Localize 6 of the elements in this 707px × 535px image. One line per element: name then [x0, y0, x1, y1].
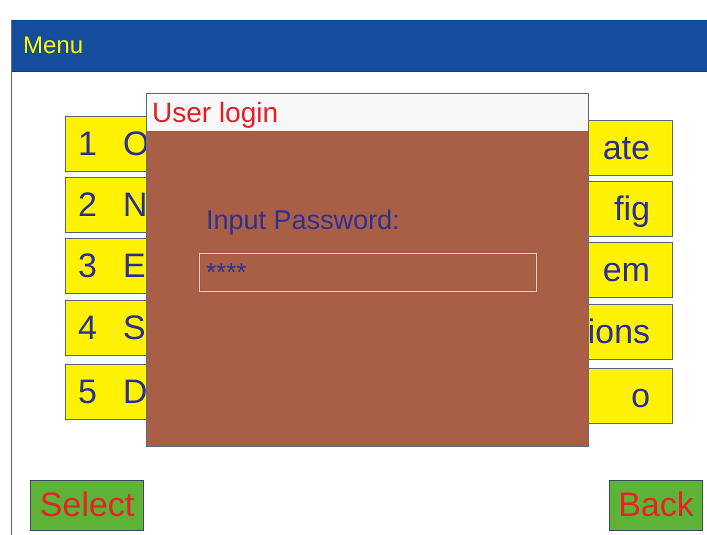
select-button[interactable]: Select	[30, 480, 144, 531]
dialog-title: User login	[152, 96, 278, 130]
menu-title: Menu	[23, 31, 84, 61]
password-prompt: Input Password:	[206, 204, 400, 237]
password-field[interactable]: ****	[199, 252, 537, 292]
back-button[interactable]: Back	[609, 480, 703, 531]
